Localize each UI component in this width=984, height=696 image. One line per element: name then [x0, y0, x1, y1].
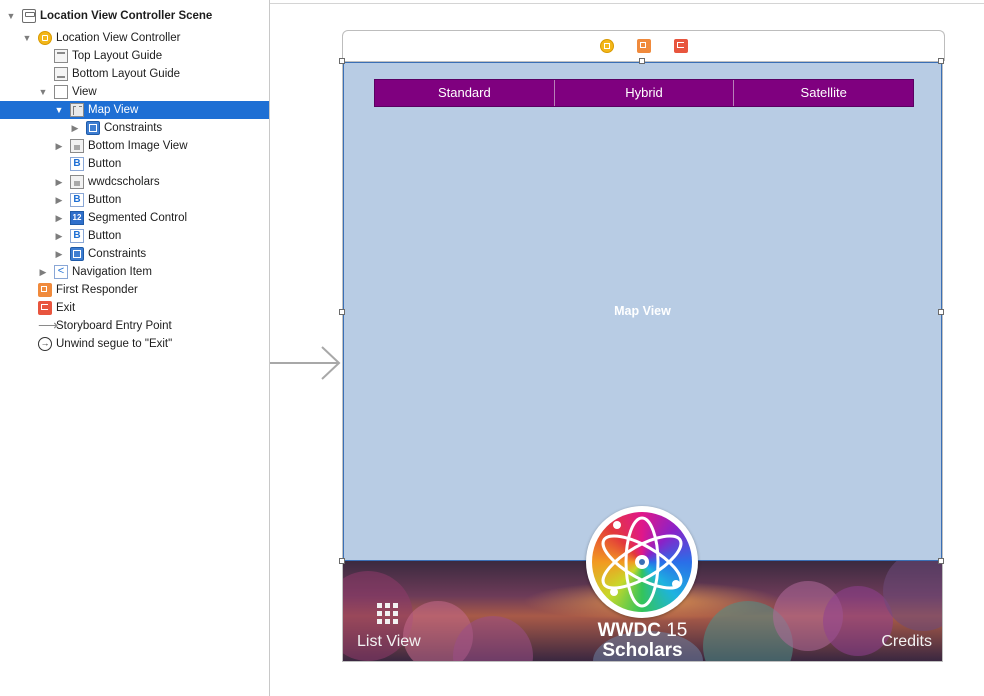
- button-icon: B: [70, 229, 84, 243]
- constraints-icon: [70, 247, 84, 261]
- disclosure-closed-icon[interactable]: ▶: [54, 191, 64, 209]
- storyboard-canvas[interactable]: Standard Hybrid Satellite Map View List …: [270, 0, 984, 696]
- outline-row-first-responder[interactable]: First Responder: [0, 281, 269, 299]
- map-view-icon: [70, 103, 84, 117]
- outline-row-bottom-layout-guide[interactable]: Bottom Layout Guide: [0, 65, 269, 83]
- disclosure-closed-icon[interactable]: ▶: [54, 137, 64, 155]
- disclosure-open-icon[interactable]: ▼: [6, 7, 16, 25]
- resize-handle[interactable]: [938, 558, 944, 564]
- outline-row-label: Constraints: [88, 248, 147, 260]
- outline-row-label: Navigation Item: [72, 266, 152, 278]
- outline-row-label: Segmented Control: [88, 212, 188, 224]
- outline-row-storyboard-entry-point[interactable]: ⟶ Storyboard Entry Point: [0, 317, 269, 335]
- outline-row-label: Storyboard Entry Point: [56, 320, 172, 332]
- disclosure-open-icon[interactable]: ▼: [54, 101, 64, 119]
- outline-row-label: Unwind segue to "Exit": [56, 338, 173, 350]
- view-icon: [54, 85, 68, 99]
- disclosure-closed-icon[interactable]: ▶: [54, 227, 64, 245]
- entry-arrow-icon: ⟶: [38, 317, 59, 333]
- view-controller-icon: [38, 31, 52, 45]
- title-scholars: Scholars: [602, 640, 683, 661]
- exit-icon[interactable]: [674, 39, 688, 53]
- layout-guide-icon: [54, 49, 68, 63]
- outline-row-label: Map View: [88, 104, 139, 116]
- button-icon: B: [70, 157, 84, 171]
- outline-row-label: Constraints: [104, 122, 163, 134]
- disclosure-closed-icon[interactable]: ▶: [54, 173, 64, 191]
- outline-row-label: Bottom Layout Guide: [72, 68, 181, 80]
- disclosure-closed-icon[interactable]: ▶: [38, 263, 48, 281]
- resize-handle[interactable]: [339, 309, 345, 315]
- resize-handle[interactable]: [339, 558, 345, 564]
- unwind-segue-icon: →: [38, 337, 52, 351]
- credits-button[interactable]: Credits: [881, 633, 932, 651]
- outline-row-label: Exit: [56, 302, 76, 314]
- outline-row-label: wwdcscholars: [88, 176, 160, 188]
- outline-row-wwdcscholars[interactable]: ▶ wwdcscholars: [0, 173, 269, 191]
- scene-dock: [342, 30, 945, 61]
- outline-row-scene[interactable]: ▼ Location View Controller Scene: [0, 7, 269, 25]
- outline-row-label: Location View Controller Scene: [40, 10, 213, 22]
- disclosure-open-icon[interactable]: ▼: [22, 29, 32, 47]
- view-controller-frame[interactable]: Standard Hybrid Satellite Map View List …: [339, 58, 944, 662]
- outline-row-label: Button: [88, 194, 122, 206]
- outline-row-constraints-view[interactable]: ▶ Constraints: [0, 245, 269, 263]
- outline-row-label: First Responder: [56, 284, 138, 296]
- outline-row-button-2[interactable]: ▶ B Button: [0, 191, 269, 209]
- scene-icon: [22, 9, 36, 23]
- wwdc-scholars-title: WWDC 15 Scholars: [343, 621, 942, 661]
- outline-row-segmented-control[interactable]: ▶ 12 Segmented Control: [0, 209, 269, 227]
- resize-handle[interactable]: [339, 58, 345, 64]
- view-controller-icon[interactable]: [600, 39, 614, 53]
- outline-row-map-view[interactable]: ▼ Map View: [0, 101, 269, 119]
- first-responder-icon: [38, 283, 52, 297]
- disclosure-closed-icon[interactable]: ▶: [70, 119, 80, 137]
- outline-row-unwind-segue[interactable]: → Unwind segue to "Exit": [0, 335, 269, 353]
- outline-row-label: Button: [88, 230, 122, 242]
- outline-row-exit[interactable]: Exit: [0, 299, 269, 317]
- title-number: 15: [666, 620, 688, 641]
- segment-standard[interactable]: Standard: [375, 80, 554, 106]
- map-view[interactable]: Standard Hybrid Satellite Map View: [343, 62, 942, 561]
- document-outline: ▼ Location View Controller Scene ▼ Locat…: [0, 0, 270, 696]
- segment-hybrid[interactable]: Hybrid: [553, 80, 734, 106]
- title-wwdc: WWDC: [597, 620, 661, 641]
- disclosure-open-icon[interactable]: ▼: [38, 83, 48, 101]
- disclosure-closed-icon[interactable]: ▶: [54, 245, 64, 263]
- disclosure-closed-icon[interactable]: ▶: [54, 209, 64, 227]
- segment-satellite[interactable]: Satellite: [733, 80, 913, 106]
- image-view-icon: [70, 175, 84, 189]
- outline-row-label: View: [72, 86, 97, 98]
- outline-row-constraints-mapview[interactable]: ▶ Constraints: [0, 119, 269, 137]
- image-view-icon: [70, 139, 84, 153]
- outline-row-view-controller[interactable]: ▼ Location View Controller: [0, 29, 269, 47]
- navigation-item-icon: <: [54, 265, 68, 279]
- outline-row-label: Location View Controller: [56, 32, 181, 44]
- outline-row-navigation-item[interactable]: ▶ < Navigation Item: [0, 263, 269, 281]
- canvas-divider: [270, 3, 984, 4]
- outline-row-top-layout-guide[interactable]: Top Layout Guide: [0, 47, 269, 65]
- button-icon: B: [70, 193, 84, 207]
- outline-row-button-3[interactable]: ▶ B Button: [0, 227, 269, 245]
- wwdc-scholars-logo[interactable]: [586, 506, 698, 618]
- map-view-label: Map View: [614, 304, 671, 318]
- constraints-icon: [86, 121, 100, 135]
- logo-gradient: [592, 512, 692, 612]
- outline-row-label: Bottom Image View: [88, 140, 188, 152]
- layout-guide-icon: [54, 67, 68, 81]
- resize-handle[interactable]: [639, 58, 645, 64]
- outline-row-button-1[interactable]: B Button: [0, 155, 269, 173]
- outline-row-label: Top Layout Guide: [72, 50, 163, 62]
- resize-handle[interactable]: [938, 58, 944, 64]
- storyboard-entry-arrow-icon[interactable]: [270, 345, 342, 381]
- outline-row-label: Button: [88, 158, 122, 170]
- resize-handle[interactable]: [938, 309, 944, 315]
- atom-icon: [601, 516, 683, 608]
- first-responder-icon[interactable]: [637, 39, 651, 53]
- outline-row-view[interactable]: ▼ View: [0, 83, 269, 101]
- outline-row-bottom-image-view[interactable]: ▶ Bottom Image View: [0, 137, 269, 155]
- exit-icon: [38, 301, 52, 315]
- segmented-control[interactable]: Standard Hybrid Satellite: [374, 79, 914, 107]
- segmented-control-icon: 12: [70, 211, 84, 225]
